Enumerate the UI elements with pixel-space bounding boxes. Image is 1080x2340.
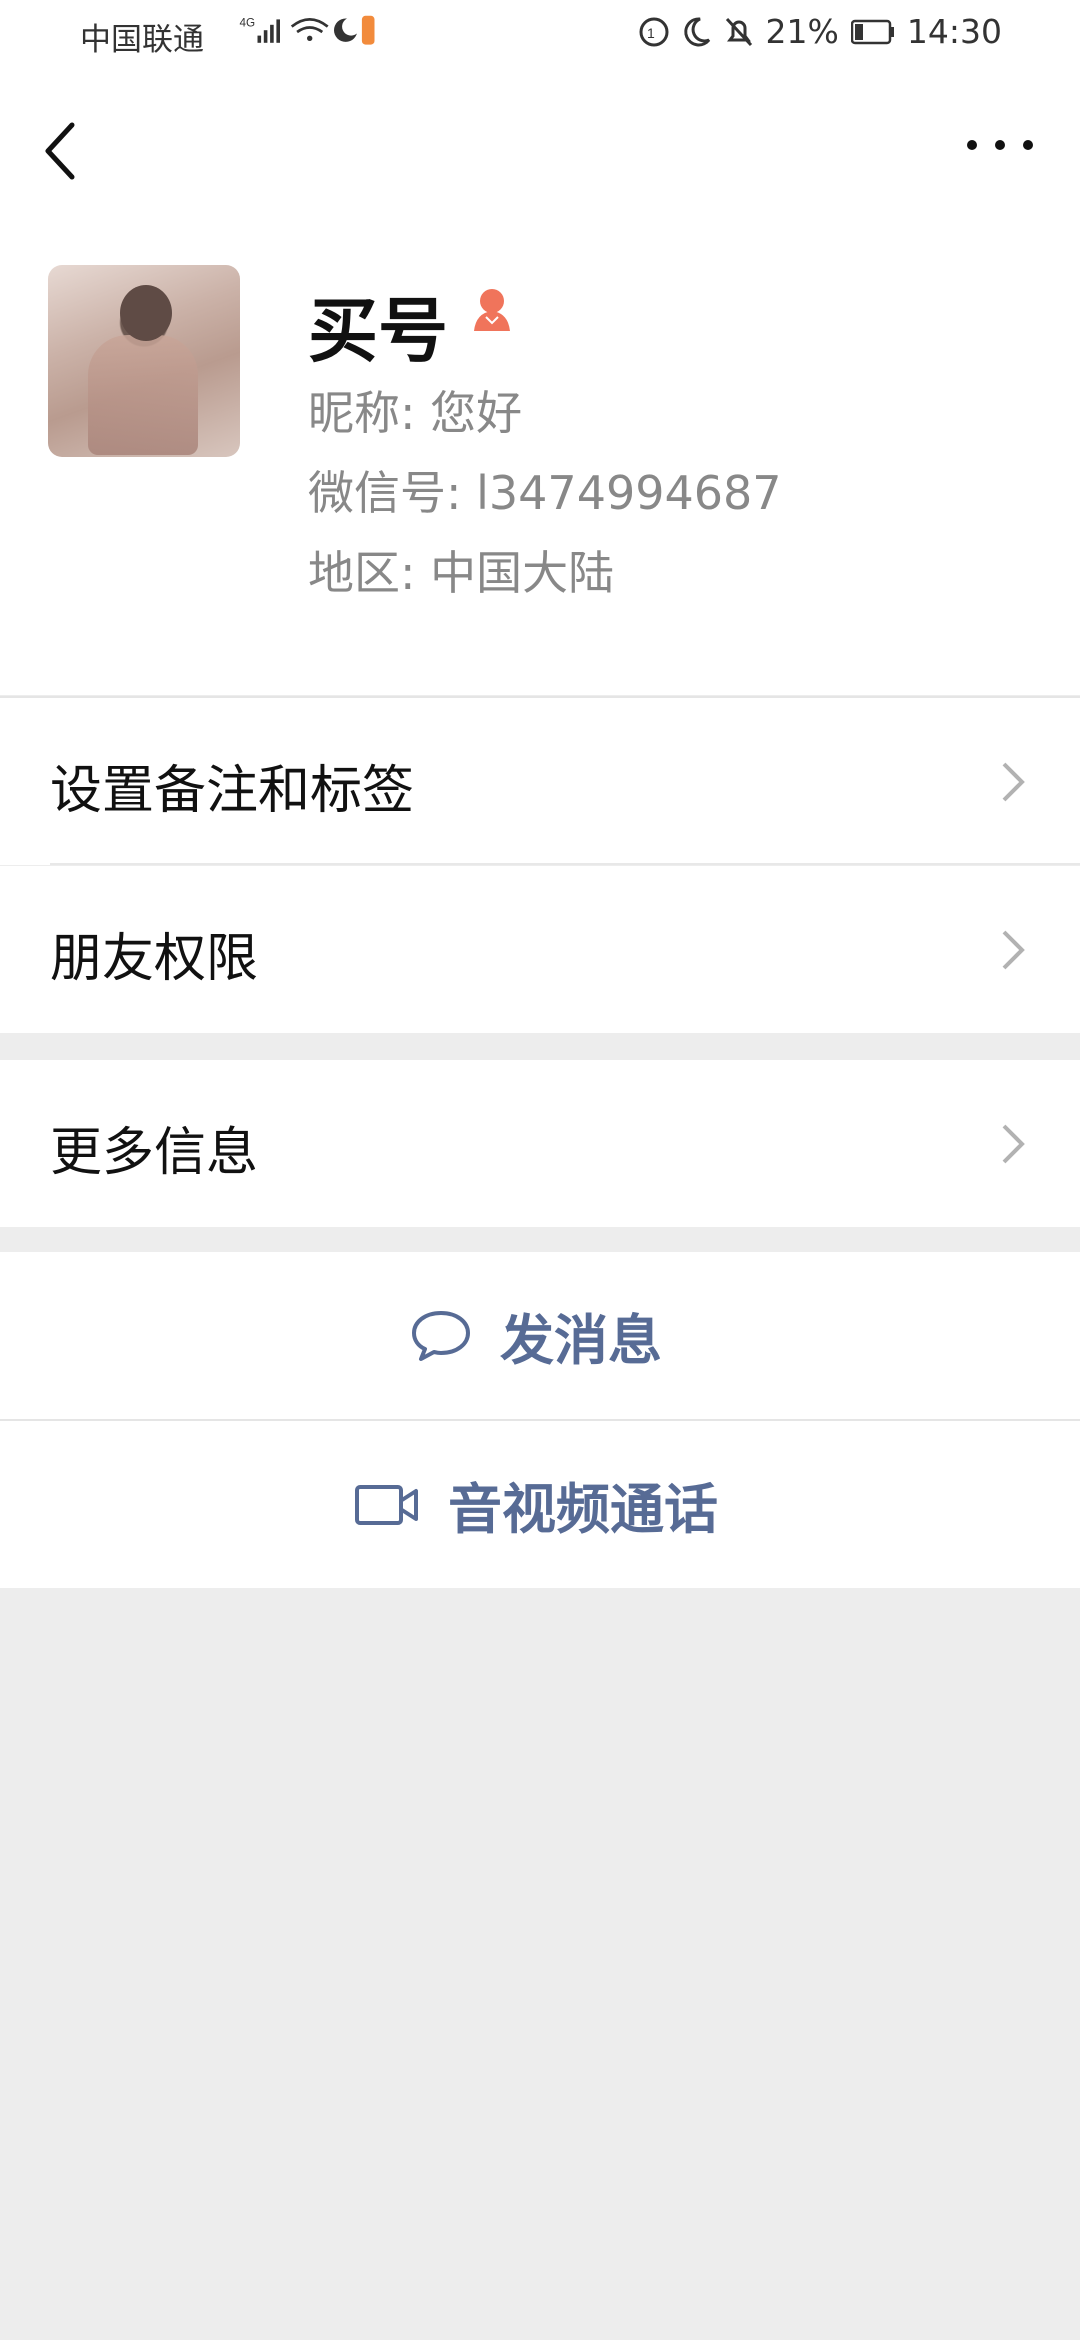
svg-text:4G: 4G (240, 17, 256, 30)
profile-name: 买号 (308, 290, 448, 372)
profile-card: 买号 昵称: 您好 微信号: l3474994687 地区: 中国大陆 (0, 215, 1080, 695)
data-saver-icon: 1 (639, 17, 669, 46)
more-info-row[interactable]: 更多信息 (0, 1060, 1080, 1227)
back-chevron-icon[interactable] (36, 115, 96, 185)
signal-icon: 4G (240, 15, 375, 45)
more-info-label: 更多信息 (50, 1123, 259, 1183)
send-message-label: 发消息 (500, 1309, 662, 1372)
region-text: 地区: 中国大陆 (308, 546, 615, 600)
status-bar: 中国联通 4G 1 21% 14:30 (0, 0, 1080, 75)
friend-permissions-row[interactable]: 朋友权限 (0, 866, 1080, 1033)
mute-icon (725, 17, 752, 46)
chat-bubble-icon (412, 1310, 470, 1361)
av-call-label: 音视频通话 (448, 1478, 718, 1541)
avatar[interactable] (48, 265, 240, 457)
remarks-tags-label: 设置备注和标签 (50, 761, 415, 821)
svg-text:1: 1 (647, 25, 655, 41)
female-icon (474, 289, 510, 331)
more-dots-icon[interactable] (960, 123, 1040, 173)
chevron-right-icon (1002, 930, 1025, 970)
wechat-id-text: 微信号: l3474994687 (308, 466, 782, 520)
send-message-button[interactable]: 发消息 (0, 1252, 1080, 1419)
av-call-button[interactable]: 音视频通话 (0, 1421, 1080, 1588)
battery-icon (850, 19, 894, 44)
status-right: 1 21% 14:30 (638, 12, 1002, 51)
carrier-label: 中国联通 (80, 22, 204, 58)
divider (50, 863, 1080, 865)
remarks-tags-row[interactable]: 设置备注和标签 (0, 698, 1080, 865)
friend-permissions-label: 朋友权限 (50, 929, 259, 989)
nickname-text: 昵称: 您好 (308, 386, 523, 440)
chevron-right-icon (1002, 762, 1025, 802)
battery-percent: 21% (765, 12, 839, 51)
video-camera-icon (355, 1484, 418, 1525)
chevron-right-icon (1002, 1124, 1025, 1164)
nav-bar (0, 75, 1080, 215)
do-not-disturb-icon (683, 16, 710, 46)
clock: 14:30 (906, 12, 1002, 51)
